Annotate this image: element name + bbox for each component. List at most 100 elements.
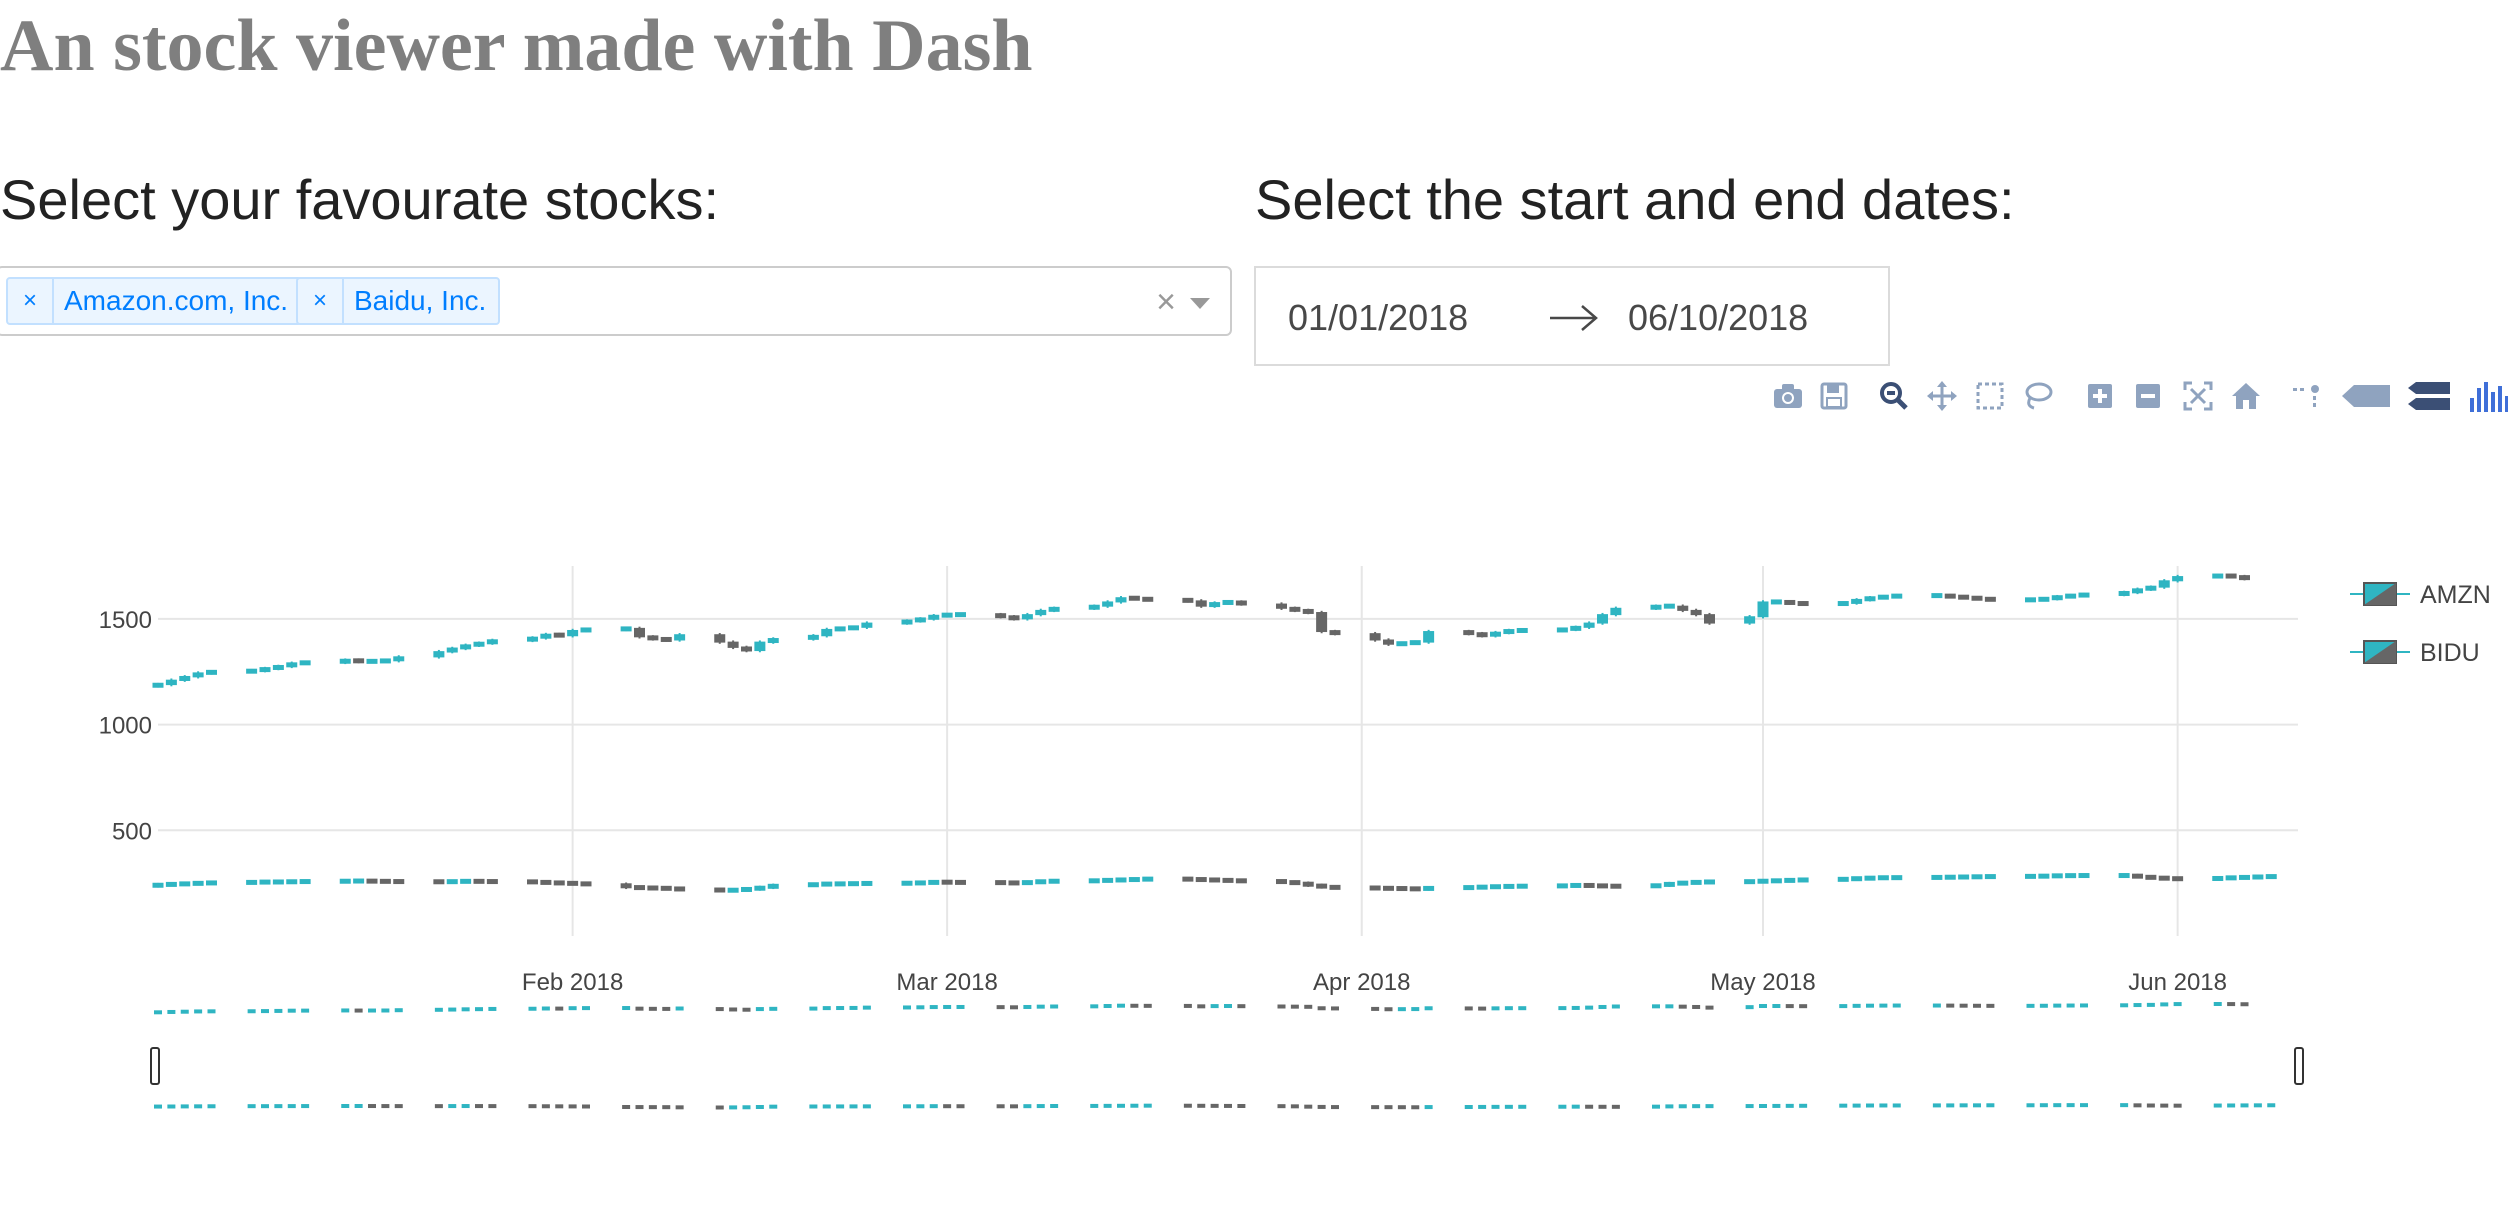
candle-body xyxy=(821,881,833,887)
rangeslider-mark xyxy=(1491,1104,1500,1109)
candle-body xyxy=(2132,588,2143,594)
rangeslider-mark xyxy=(448,1007,457,1012)
candle-body xyxy=(834,626,846,632)
hover-closest-icon[interactable] xyxy=(2338,376,2394,416)
candle-body xyxy=(192,880,204,886)
rangeslider-mark xyxy=(715,1007,724,1012)
spike-lines-icon[interactable] xyxy=(2286,376,2326,416)
rangeslider-mark xyxy=(1397,1007,1406,1012)
rangeslider-mark xyxy=(1611,1004,1620,1009)
rangeslider-mark xyxy=(1384,1105,1393,1110)
stock-multiselect-dropdown[interactable]: × Amazon.com, Inc. × Baidu, Inc. × xyxy=(0,266,1232,336)
candle-body xyxy=(1797,601,1809,607)
rangeslider-mark xyxy=(1585,1104,1594,1109)
candle-body xyxy=(2239,874,2250,880)
candle-body xyxy=(1770,878,1782,884)
rangeslider-mark xyxy=(1665,1004,1674,1009)
legend-label: AMZN xyxy=(2420,581,2491,609)
rangeslider-mark xyxy=(929,1104,938,1109)
candle-body xyxy=(1958,874,1970,880)
x-tick-label: Feb 2018 xyxy=(522,969,623,996)
candle-body xyxy=(1235,600,1247,606)
hover-compare-icon[interactable] xyxy=(2404,376,2454,416)
rangeslider-mark xyxy=(1678,1004,1687,1009)
camera-icon[interactable] xyxy=(1768,376,1808,416)
candle-body xyxy=(848,881,859,887)
rangeslider-mark xyxy=(488,1006,497,1011)
candles-bidu xyxy=(152,873,2277,893)
rangeslider-mark xyxy=(368,1008,376,1013)
zoom-in-icon[interactable] xyxy=(2080,376,2120,416)
reset-axes-icon[interactable] xyxy=(2226,376,2266,416)
rangeslider-mark xyxy=(1384,1007,1393,1012)
candle-body xyxy=(1396,886,1408,892)
save-icon[interactable] xyxy=(1814,376,1854,416)
rangeslider-mark xyxy=(1879,1103,1888,1108)
rangeslider-mark xyxy=(929,1005,938,1010)
candle-body xyxy=(1490,884,1501,890)
rangeslider-mark xyxy=(1705,1104,1714,1109)
candle-body xyxy=(2145,874,2157,880)
rangeslider-mark xyxy=(1852,1003,1861,1008)
candle-body xyxy=(206,669,217,675)
rangeslider-mark xyxy=(2240,1002,2249,1007)
candle-body xyxy=(1102,601,1114,607)
candle-body xyxy=(1971,874,1983,880)
candle-body xyxy=(246,668,258,674)
rangeslider-mark xyxy=(2053,1003,2062,1008)
legend-item-amzn: AMZN xyxy=(2350,581,2491,609)
rangeslider-mark xyxy=(528,1006,537,1011)
rangeslider-mark xyxy=(381,1008,390,1013)
rangeslider-mark xyxy=(1304,1104,1313,1109)
candle-body xyxy=(1503,629,1515,635)
rangeslider-mark xyxy=(1665,1104,1674,1109)
rangeslider-mark xyxy=(1010,1104,1018,1109)
chevron-down-icon[interactable] xyxy=(1190,298,1210,309)
rangeslider-mark xyxy=(247,1009,256,1014)
candle-body xyxy=(179,675,191,681)
candle-body xyxy=(1302,608,1314,614)
start-date-input[interactable]: 01/01/2018 xyxy=(1288,294,1468,342)
rangeslider-mark xyxy=(2080,1103,2088,1108)
rangeslider-mark xyxy=(2213,1103,2222,1108)
clear-all-icon[interactable]: × xyxy=(1156,280,1176,324)
rangeslider-mark xyxy=(1571,1104,1580,1109)
box-select-icon[interactable] xyxy=(1970,376,2010,416)
rangeslider-mark xyxy=(1036,1004,1045,1009)
candle-body xyxy=(2132,873,2143,879)
lasso-select-icon[interactable] xyxy=(2018,376,2058,416)
rangeslider-mark xyxy=(1424,1006,1433,1011)
candle-body xyxy=(1704,614,1715,624)
rangeslider-mark xyxy=(1705,1005,1714,1010)
remove-tag-icon[interactable]: × xyxy=(298,279,344,323)
plotly-logo-icon[interactable] xyxy=(2468,376,2508,416)
candle-body xyxy=(1088,878,1100,884)
candle-body xyxy=(339,878,351,884)
candle-body xyxy=(1503,883,1515,889)
rangeslider-mark xyxy=(2173,1002,2182,1007)
candle-body xyxy=(714,634,726,643)
end-date-input[interactable]: 06/10/2018 xyxy=(1628,294,1808,342)
zoom-out-icon[interactable] xyxy=(2128,376,2168,416)
rangeslider-mark xyxy=(1411,1007,1420,1012)
remove-tag-icon[interactable]: × xyxy=(8,279,54,323)
candle-body xyxy=(941,879,953,885)
candle-body xyxy=(2051,595,2063,601)
candle-body xyxy=(674,886,686,892)
rangeslider-mark xyxy=(1518,1104,1527,1109)
autoscale-icon[interactable] xyxy=(2178,376,2218,416)
pan-icon[interactable] xyxy=(1922,376,1962,416)
rangeslider-mark xyxy=(434,1007,443,1012)
candle-body xyxy=(1650,883,1662,889)
candle-body xyxy=(460,878,472,884)
rangeslider-mark xyxy=(1852,1103,1861,1108)
rangeslider-mark xyxy=(287,1104,296,1109)
candle-body xyxy=(1409,640,1421,646)
rangeslider-mark xyxy=(1010,1005,1018,1010)
rangeslider-mark xyxy=(849,1005,858,1010)
candles-amzn xyxy=(152,573,2250,688)
rangeslider-mark xyxy=(1331,1006,1339,1011)
zoom-icon[interactable] xyxy=(1874,376,1914,416)
candle-body xyxy=(941,612,953,618)
candle-body xyxy=(2212,875,2224,881)
